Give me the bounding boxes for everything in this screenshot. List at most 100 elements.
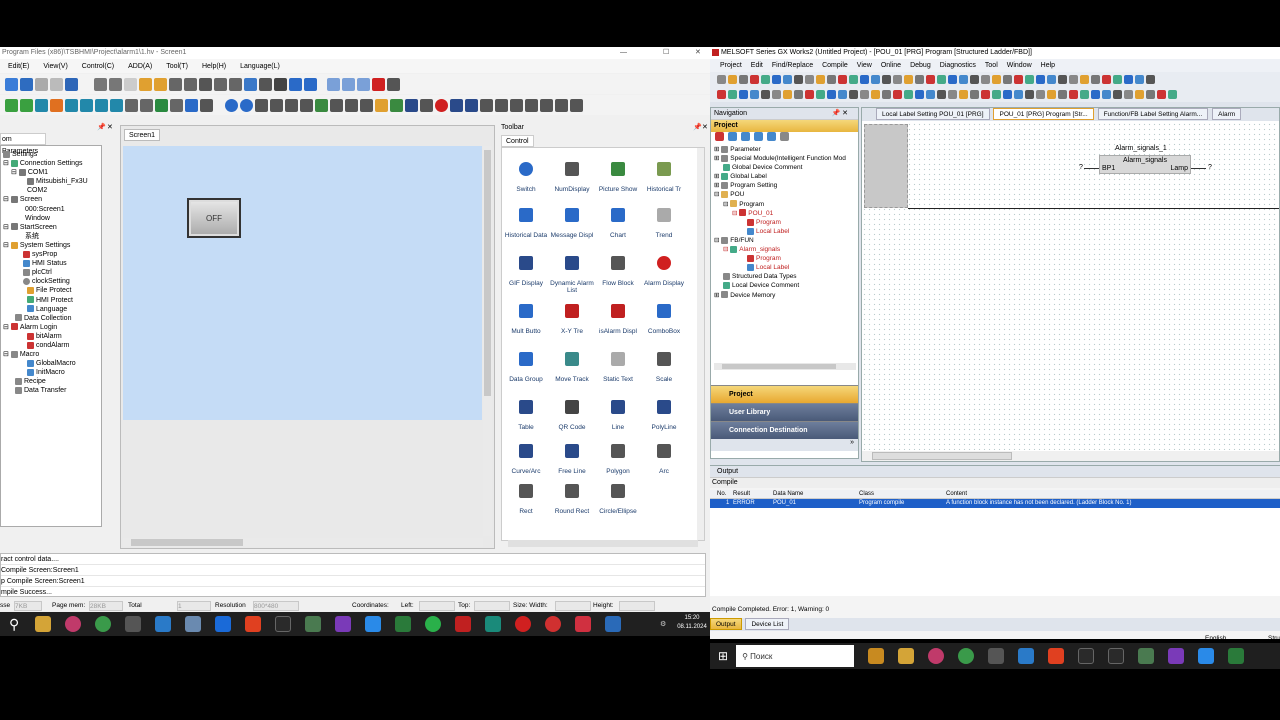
- gx-tool-icon[interactable]: [882, 90, 891, 99]
- nav-h-scrollbar[interactable]: [714, 363, 856, 370]
- menu-add[interactable]: ADD(A): [128, 63, 152, 70]
- gx-tool-icon[interactable]: [904, 75, 913, 84]
- tree-item[interactable]: clockSetting: [1, 277, 101, 286]
- gx-tool-icon[interactable]: [981, 75, 990, 84]
- tree-item[interactable]: Mitsubishi_Fx3U: [1, 177, 101, 186]
- tree-item[interactable]: ⊟ Macro: [1, 350, 101, 359]
- tree-item[interactable]: ⊟ COM1: [1, 168, 101, 177]
- explorer-icon[interactable]: [35, 616, 52, 632]
- gx-tool-icon[interactable]: [750, 75, 759, 84]
- gx-tool-icon[interactable]: [937, 90, 946, 99]
- gx-tool-icon[interactable]: [717, 75, 726, 84]
- gx-tool-icon[interactable]: [772, 90, 781, 99]
- tree-item[interactable]: Language: [1, 305, 101, 314]
- tool-historical-tr[interactable]: Historical Tr: [642, 162, 686, 193]
- tab-function-fb[interactable]: Function/FB Label Setting Alarm...: [1097, 108, 1209, 120]
- tool-switch[interactable]: Switch: [504, 162, 548, 193]
- move-icon[interactable]: [185, 98, 198, 112]
- app-e-icon[interactable]: [1078, 648, 1095, 664]
- tree-item[interactable]: condAlarm: [1, 341, 101, 350]
- tool-move-track[interactable]: Move Track: [550, 352, 594, 383]
- tool-dynamic-alarm-list[interactable]: Dynamic Alarm List: [550, 256, 594, 294]
- tree-item[interactable]: 000:Screen1: [1, 205, 101, 214]
- tree-item[interactable]: Data Collection: [1, 314, 101, 323]
- undo-icon[interactable]: [65, 77, 78, 91]
- tree-item[interactable]: ⊞ Device Memory: [711, 291, 858, 300]
- tool-circle-ellipse[interactable]: Circle/Ellipse: [596, 484, 640, 515]
- tab-device-list[interactable]: Device List: [745, 618, 790, 630]
- gx-tool-icon[interactable]: [860, 90, 869, 99]
- gx-tool-icon[interactable]: [816, 75, 825, 84]
- run-icon[interactable]: [50, 98, 63, 112]
- calculator-icon[interactable]: [125, 616, 142, 632]
- param-tab[interactable]: om Parameters: [0, 133, 46, 155]
- paste-icon[interactable]: [342, 77, 355, 91]
- sim2-icon[interactable]: [80, 98, 93, 112]
- app-h-icon[interactable]: [1228, 648, 1245, 664]
- gx-tool-icon[interactable]: [1091, 75, 1100, 84]
- gx-tool-icon[interactable]: [739, 90, 748, 99]
- app-f-icon[interactable]: [1108, 648, 1125, 664]
- gx-tool-icon[interactable]: [783, 75, 792, 84]
- tree-item[interactable]: ⊟ Alarm_signals: [711, 245, 858, 254]
- gx-tool-icon[interactable]: [1102, 75, 1111, 84]
- sim3-icon[interactable]: [95, 98, 108, 112]
- upload-icon[interactable]: [35, 98, 48, 112]
- gx-tool-icon[interactable]: [761, 75, 770, 84]
- off-button[interactable]: OFF: [187, 198, 241, 238]
- tool-s-icon[interactable]: [465, 98, 478, 112]
- gx-tool-icon[interactable]: [970, 90, 979, 99]
- tree-item[interactable]: ⊞ Program Setting: [711, 181, 858, 190]
- compile-icon[interactable]: [5, 98, 18, 112]
- nav-pin-icon[interactable]: 📌 ✕: [831, 108, 848, 120]
- app8-icon[interactable]: [395, 616, 412, 632]
- gx-tool-icon[interactable]: [992, 75, 1001, 84]
- tool-c-icon[interactable]: [155, 98, 168, 112]
- tool-chart[interactable]: Chart: [596, 208, 640, 239]
- gx-tool-icon[interactable]: [761, 90, 770, 99]
- tree-item[interactable]: sysProp: [1, 250, 101, 259]
- select-icon[interactable]: [94, 77, 107, 91]
- tool-trend[interactable]: Trend: [642, 208, 686, 239]
- horizontal-scrollbar[interactable]: [123, 538, 483, 547]
- unlock-icon[interactable]: [154, 77, 167, 91]
- view-icon[interactable]: [259, 77, 272, 91]
- gx-tool-icon[interactable]: [981, 90, 990, 99]
- vscode-icon[interactable]: [365, 616, 382, 632]
- gx-tool-icon[interactable]: [1069, 90, 1078, 99]
- tab-local-label[interactable]: Local Label Setting POU_01 [PRG]: [876, 108, 990, 120]
- tree-item[interactable]: Local Label: [711, 227, 858, 236]
- tool-i-icon[interactable]: [300, 98, 313, 112]
- menu-language[interactable]: Language(L): [240, 63, 280, 70]
- gx-tool-icon[interactable]: [805, 90, 814, 99]
- tool-line[interactable]: Line: [596, 400, 640, 431]
- gx-menu-edit[interactable]: Edit: [751, 62, 763, 69]
- tool-round-rect[interactable]: Round Rect: [550, 484, 594, 515]
- nav-tool-d-icon[interactable]: [753, 132, 763, 141]
- gx-tool-icon[interactable]: [750, 90, 759, 99]
- app-a-icon[interactable]: [868, 648, 885, 664]
- nav-button-project[interactable]: Project: [711, 385, 858, 403]
- gx-tool-icon[interactable]: [794, 90, 803, 99]
- tool-x-icon[interactable]: [540, 98, 553, 112]
- redo-icon[interactable]: [50, 77, 63, 91]
- tab-alarm[interactable]: Alarm: [1212, 108, 1242, 120]
- tool-gif-display[interactable]: GIF Display: [504, 256, 548, 287]
- select-multi-icon[interactable]: [109, 77, 122, 91]
- tool-p-icon[interactable]: [405, 98, 418, 112]
- gx-tool-icon[interactable]: [1080, 90, 1089, 99]
- gx-tool-icon[interactable]: [849, 75, 858, 84]
- gx-tool-icon[interactable]: [772, 75, 781, 84]
- zoom-out-icon[interactable]: [304, 77, 317, 91]
- tree-item[interactable]: ⊟ Connection Settings: [1, 159, 101, 168]
- tree-item[interactable]: Settings: [1, 150, 101, 159]
- toolbar-v-scrollbar[interactable]: [697, 148, 704, 540]
- tree-item[interactable]: COM2: [1, 186, 101, 195]
- image-icon[interactable]: [357, 77, 370, 91]
- tool-h-icon[interactable]: [285, 98, 298, 112]
- tool-a-icon[interactable]: [125, 98, 138, 112]
- gx-tool-icon[interactable]: [1102, 90, 1111, 99]
- tree-item[interactable]: File Protect: [1, 286, 101, 295]
- nav-button-connection[interactable]: Connection Destination: [711, 421, 858, 439]
- chrome-icon[interactable]: [958, 648, 975, 664]
